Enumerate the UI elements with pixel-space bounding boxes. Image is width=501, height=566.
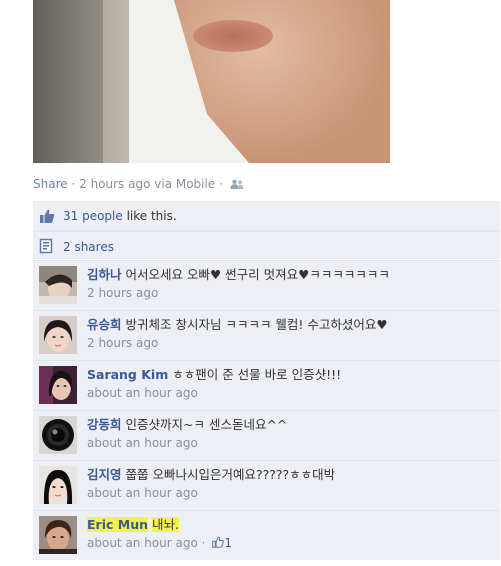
shares-bar: 2 shares — [33, 231, 500, 259]
photo-lips — [193, 20, 273, 52]
meta-separator-2: · — [219, 177, 223, 191]
avatar[interactable] — [39, 266, 77, 304]
comment-author[interactable]: 강동희 — [87, 417, 122, 432]
comment-text: 인증샷까지~ㅋ 센스돋네요^^ — [125, 417, 288, 432]
avatar[interactable] — [39, 366, 77, 404]
meta-separator: · — [201, 536, 206, 550]
avatar[interactable] — [39, 416, 77, 454]
comment-author[interactable]: Sarang Kim — [87, 367, 168, 382]
comment-item: Sarang Kim ㅎㅎ팬이 준 선물 바로 인증샷!!! about an h… — [33, 360, 500, 410]
comment-author[interactable]: 김하나 — [87, 267, 122, 282]
avatar[interactable] — [39, 516, 77, 554]
comment-time[interactable]: about an hour ago — [87, 536, 198, 550]
friends-icon — [230, 179, 244, 189]
shares-link[interactable]: 2 shares — [63, 240, 114, 254]
comment-author[interactable]: 유승희 — [87, 317, 122, 332]
post-timestamp[interactable]: 2 hours ago via Mobile — [79, 177, 215, 191]
avatar[interactable] — [39, 316, 77, 354]
post-photo[interactable] — [33, 0, 390, 163]
comment-text: ㅎㅎ팬이 준 선물 바로 인증샷!!! — [172, 367, 342, 382]
comment-text: 내놔. — [152, 517, 179, 532]
likes-text: 31 people like this. — [63, 209, 177, 223]
comment-time[interactable]: about an hour ago — [87, 486, 497, 500]
comment-author[interactable]: Eric Mun — [87, 517, 148, 532]
comment-item: 유승희 방귀체조 창시자님 ㅋㅋㅋㅋ 웰컴! 수고하셨어요♥ 2 hours ag… — [33, 310, 500, 360]
comment-like-count[interactable]: 1 — [224, 536, 232, 550]
meta-separator: · — [71, 177, 76, 191]
comment-text: 쭙쭙 오빠나시입은거예요?????ㅎㅎ대박 — [125, 467, 336, 482]
comment-author[interactable]: 김지영 — [87, 467, 122, 482]
avatar[interactable] — [39, 466, 77, 504]
likes-suffix: like this. — [122, 209, 177, 223]
comment-text: 방귀체조 창시자님 ㅋㅋㅋㅋ 웰컴! 수고하셨어요♥ — [125, 317, 388, 332]
comment-item: Eric Mun 내놔. about an hour ago · 1 — [33, 510, 500, 560]
comment-item: 강동희 인증샷까지~ㅋ 센스돋네요^^ about an hour ago — [33, 410, 500, 460]
thumbs-up-icon[interactable] — [212, 536, 225, 548]
share-link[interactable]: Share — [33, 177, 68, 191]
thumbs-up-icon — [40, 209, 55, 223]
share-icon — [39, 238, 53, 254]
comment-item: 김하나 어서오세요 오빠♥ 썬구리 멋져요♥ㅋㅋㅋㅋㅋㅋㅋ 2 hours ago — [33, 260, 500, 310]
comment-text: 어서오세요 오빠♥ 썬구리 멋져요♥ㅋㅋㅋㅋㅋㅋㅋ — [125, 267, 390, 282]
photo-shadow — [33, 0, 103, 163]
comment-time[interactable]: 2 hours ago — [87, 286, 497, 300]
likes-bar: 31 people like this. — [33, 201, 500, 231]
comment-item: 김지영 쭙쭙 오빠나시입은거예요?????ㅎㅎ대박 about an hour a… — [33, 460, 500, 510]
comment-meta: about an hour ago · 1 — [87, 536, 497, 550]
comment-time[interactable]: about an hour ago — [87, 386, 497, 400]
comment-time[interactable]: about an hour ago — [87, 436, 497, 450]
post-meta: Share · 2 hours ago via Mobile · — [33, 177, 244, 191]
likes-people-link[interactable]: 31 people — [63, 209, 123, 223]
comment-time[interactable]: 2 hours ago — [87, 336, 497, 350]
